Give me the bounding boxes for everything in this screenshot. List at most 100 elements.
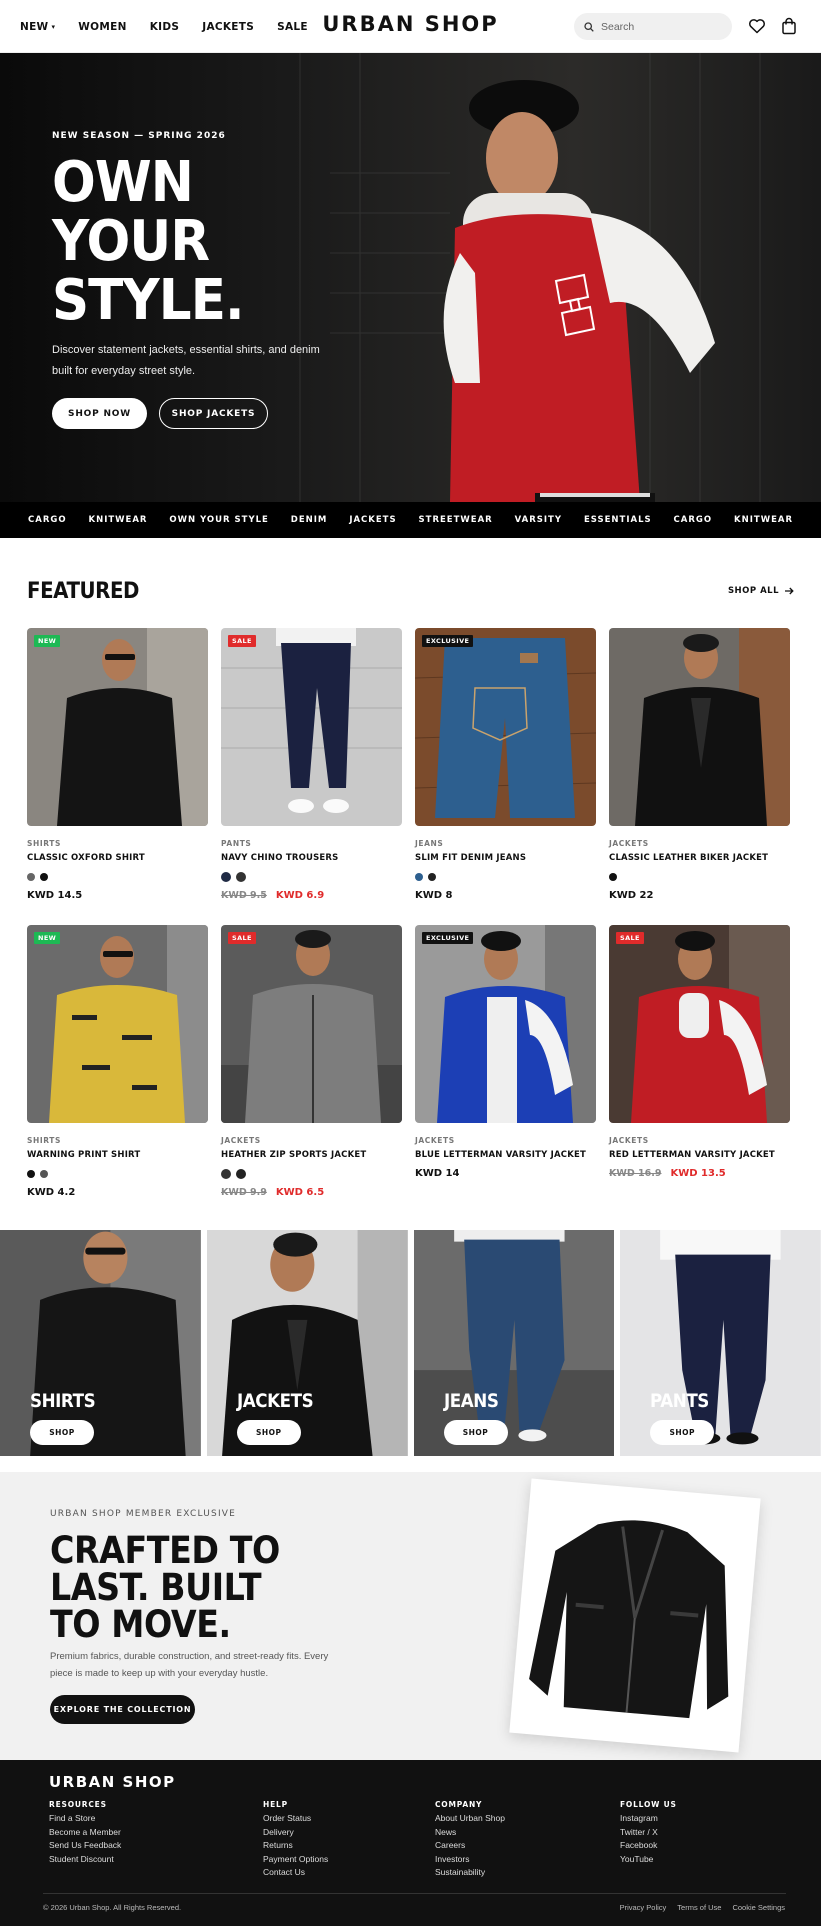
marquee-item: STREETWEAR [418,515,493,525]
product-card[interactable]: EXCLUSIVE JACKETS BLUE LETTERMAN VARSITY J… [415,925,596,1222]
color-swatch[interactable] [221,872,231,882]
product-name[interactable]: CLASSIC LEATHER BIKER JACKET [609,853,790,863]
category-tile-jackets[interactable]: JACKETS SHOP [206,1230,408,1456]
tile-shop-button[interactable]: SHOP [30,1420,94,1445]
site-footer: URBAN SHOP RESOURCES Find a Store Become… [0,1760,821,1926]
nav-item-jackets[interactable]: JACKETS [202,21,254,33]
hero-description: Discover statement jackets, essential sh… [52,344,320,377]
search-bar[interactable] [574,13,732,40]
footer-link[interactable]: Facebook [620,1839,677,1853]
member-promo: URBAN SHOP MEMBER EXCLUSIVE CRAFTED TO L… [0,1472,821,1760]
product-image[interactable]: SALE [221,925,402,1123]
product-image[interactable]: NEW [27,925,208,1123]
footer-link[interactable]: Find a Store [49,1812,121,1826]
product-image[interactable]: NEW [27,628,208,826]
main-nav: NEW ▾ WOMEN KIDS JACKETS SALE [20,0,308,53]
tile-shop-button[interactable]: SHOP [443,1420,508,1445]
footer-logo[interactable]: URBAN SHOP [49,1773,176,1791]
product-card[interactable]: SALE PANTS NAVY CHINO TROUSERS KWD 9.5 KWD 6… [221,628,402,925]
product-card[interactable]: NEW SHIRTS WARNING PRINT SHIRT KWD 4.2 [27,925,208,1222]
product-photo [415,628,596,826]
marquee-item: CARGO [673,515,713,525]
product-name[interactable]: CLASSIC OXFORD SHIRT [27,853,208,863]
hero-eyebrow: NEW SEASON — SPRING 2026 [52,131,226,141]
product-badge: EXCLUSIVE [422,932,474,944]
nav-item-new[interactable]: NEW ▾ [20,21,55,33]
marquee-item: DENIM [290,515,328,525]
nav-item-kids[interactable]: KIDS [150,21,180,33]
tile-shop-button[interactable]: SHOP [236,1420,301,1445]
product-price: KWD 9.9 KWD 6.5 [221,1187,402,1198]
category-tile-shirts[interactable]: SHIRTS SHOP [0,1230,201,1456]
category-tile-jeans[interactable]: JEANS SHOP [413,1230,615,1456]
product-image[interactable]: SALE [609,925,790,1123]
product-name[interactable]: SLIM FIT DENIM JEANS [415,853,596,863]
product-name[interactable]: HEATHER ZIP SPORTS JACKET [221,1150,402,1160]
color-swatch[interactable] [236,1169,246,1179]
footer-link[interactable]: About Urban Shop [435,1812,505,1826]
product-card[interactable]: EXCLUSIVE JEANS SLIM FIT DENIM JEANS KWD 8 [415,628,596,925]
current-price: KWD 22 [609,890,654,901]
product-name[interactable]: NAVY CHINO TROUSERS [221,853,402,863]
product-name[interactable]: BLUE LETTERMAN VARSITY JACKET [415,1150,596,1160]
footer-link[interactable]: Contact Us [263,1866,328,1880]
footer-link[interactable]: Twitter / X [620,1826,677,1840]
footer-link[interactable]: Instagram [620,1812,677,1826]
product-price: KWD 8 [415,890,596,901]
product-card[interactable]: NEW SHIRTS CLASSIC OXFORD SHIRT KWD 14.5 [27,628,208,925]
shop-now-button[interactable]: SHOP NOW [52,398,147,429]
explore-collection-button[interactable]: EXPLORE THE COLLECTION [50,1695,195,1724]
featured-section: FEATURED SHOP ALL NEW SHIRTS CLASSIC OXFOR… [0,538,821,1230]
product-image[interactable]: EXCLUSIVE [415,628,596,826]
color-swatch[interactable] [428,873,436,881]
footer-link[interactable]: Send Us Feedback [49,1839,121,1853]
footer-link[interactable]: Investors [435,1853,505,1867]
product-name[interactable]: RED LETTERMAN VARSITY JACKET [609,1150,790,1160]
color-swatch[interactable] [221,1169,231,1179]
nav-item-sale[interactable]: SALE [277,21,308,33]
privacy-policy-link[interactable]: Privacy Policy [620,1903,667,1912]
color-swatch[interactable] [27,1170,35,1178]
terms-of-use-link[interactable]: Terms of Use [677,1903,721,1912]
product-image[interactable] [609,628,790,826]
product-price: KWD 14 [415,1168,596,1179]
product-name[interactable]: WARNING PRINT SHIRT [27,1150,208,1160]
chevron-down-icon: ▾ [51,22,56,31]
heart-icon[interactable] [747,16,767,36]
color-swatch[interactable] [415,873,423,881]
product-image[interactable]: EXCLUSIVE [415,925,596,1123]
nav-item-women[interactable]: WOMEN [78,21,126,33]
category-tile-pants[interactable]: PANTS SHOP [620,1230,821,1456]
footer-link[interactable]: Become a Member [49,1826,121,1840]
color-swatches [609,872,790,882]
color-swatch[interactable] [27,873,35,881]
color-swatch[interactable] [40,1170,48,1178]
leather-jacket-image [529,1520,729,1719]
footer-link[interactable]: YouTube [620,1853,677,1867]
shop-jackets-button[interactable]: SHOP JACKETS [159,398,268,429]
footer-link[interactable]: Delivery [263,1826,328,1840]
footer-link[interactable]: Sustainability [435,1866,505,1880]
footer-link[interactable]: News [435,1826,505,1840]
shopping-bag-icon[interactable] [779,16,799,36]
footer-link[interactable]: Payment Options [263,1853,328,1867]
footer-column-help: HELP Order Status Delivery Returns Payme… [263,1800,328,1880]
footer-link[interactable]: Order Status [263,1812,328,1826]
footer-link[interactable]: Student Discount [49,1853,121,1867]
shop-all-link[interactable]: SHOP ALL [728,586,794,596]
color-swatch[interactable] [236,872,246,882]
product-price: KWD 16.9 KWD 13.5 [609,1168,790,1179]
product-card[interactable]: SALE JACKETS HEATHER ZIP SPORTS JACKET KWD … [221,925,402,1222]
product-card[interactable]: SALE JACKETS RED LETTERMAN VARSITY JACKET K… [609,925,790,1222]
cookie-settings-link[interactable]: Cookie Settings [732,1903,785,1912]
color-swatch[interactable] [40,873,48,881]
shirts-category-image [0,1230,201,1456]
tile-shop-button[interactable]: SHOP [650,1420,715,1445]
footer-link[interactable]: Returns [263,1839,328,1853]
footer-link[interactable]: Careers [435,1839,505,1853]
search-input[interactable] [601,20,721,33]
product-image[interactable]: SALE [221,628,402,826]
shop-all-label: SHOP ALL [727,586,779,596]
product-card[interactable]: JACKETS CLASSIC LEATHER BIKER JACKET KWD 2… [609,628,790,925]
color-swatch[interactable] [609,873,617,881]
